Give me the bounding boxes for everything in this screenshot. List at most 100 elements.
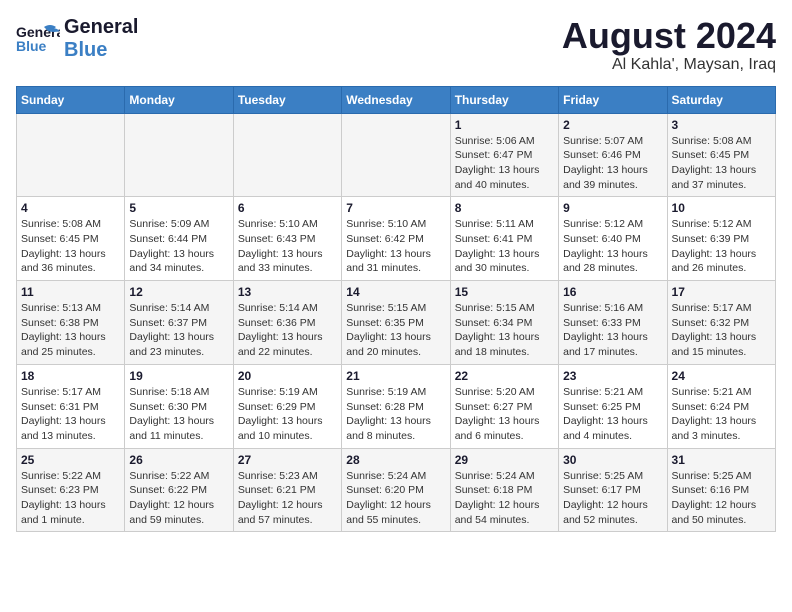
calendar-week-row: 4Sunrise: 5:08 AM Sunset: 6:45 PM Daylig… — [17, 197, 776, 281]
calendar-week-row: 11Sunrise: 5:13 AM Sunset: 6:38 PM Dayli… — [17, 281, 776, 365]
day-info: Sunrise: 5:15 AM Sunset: 6:34 PM Dayligh… — [455, 301, 554, 360]
day-number: 19 — [129, 369, 228, 383]
calendar-week-row: 18 Sunrise: 5:17 AM Sunset: 6:31 PM Dayli… — [17, 364, 776, 448]
day-info: Sunrise: 5:24 AM Sunset: 6:18 PM Dayligh… — [455, 469, 554, 528]
month-title: August 2024 — [562, 16, 776, 56]
calendar-cell: 14Sunrise: 5:15 AM Sunset: 6:35 PM Dayli… — [342, 281, 450, 365]
calendar-cell: 12 Sunrise: 5:14 AM Sunset: 6:37 PM Dayli… — [125, 281, 233, 365]
day-info: Sunrise: 5:25 AM Sunset: 6:17 PM Dayligh… — [563, 469, 662, 528]
day-number: 9 — [563, 201, 662, 215]
calendar-cell: 18 Sunrise: 5:17 AM Sunset: 6:31 PM Dayli… — [17, 364, 125, 448]
day-info: Sunrise: 5:12 AM Sunset: 6:40 PM Dayligh… — [563, 217, 662, 276]
calendar-cell: 21 Sunrise: 5:19 AM Sunset: 6:28 PM Dayli… — [342, 364, 450, 448]
day-info: Sunrise: 5:21 AM Sunset: 6:25 PM Dayligh… — [563, 385, 662, 444]
calendar-cell: 19 Sunrise: 5:18 AM Sunset: 6:30 PM Dayli… — [125, 364, 233, 448]
day-number: 7 — [346, 201, 445, 215]
calendar-cell: 11Sunrise: 5:13 AM Sunset: 6:38 PM Dayli… — [17, 281, 125, 365]
day-number: 26 — [129, 453, 228, 467]
weekday-header-wednesday: Wednesday — [342, 86, 450, 113]
day-info: Sunrise: 5:11 AM Sunset: 6:41 PM Dayligh… — [455, 217, 554, 276]
weekday-header-friday: Friday — [559, 86, 667, 113]
calendar-cell: 8 Sunrise: 5:11 AM Sunset: 6:41 PM Daylig… — [450, 197, 558, 281]
day-number: 13 — [238, 285, 337, 299]
calendar-cell: 30 Sunrise: 5:25 AM Sunset: 6:17 PM Dayli… — [559, 448, 667, 532]
day-number: 24 — [672, 369, 771, 383]
day-info: Sunrise: 5:06 AM Sunset: 6:47 PM Dayligh… — [455, 134, 554, 193]
calendar-cell: 7 Sunrise: 5:10 AM Sunset: 6:42 PM Daylig… — [342, 197, 450, 281]
day-info: Sunrise: 5:09 AM Sunset: 6:44 PM Dayligh… — [129, 217, 228, 276]
day-number: 5 — [129, 201, 228, 215]
day-info: Sunrise: 5:10 AM Sunset: 6:42 PM Dayligh… — [346, 217, 445, 276]
day-number: 8 — [455, 201, 554, 215]
calendar-cell — [233, 113, 341, 197]
calendar-cell: 1 Sunrise: 5:06 AM Sunset: 6:47 PM Daylig… — [450, 113, 558, 197]
calendar-cell: 17Sunrise: 5:17 AM Sunset: 6:32 PM Dayli… — [667, 281, 775, 365]
calendar-cell: 2 Sunrise: 5:07 AM Sunset: 6:46 PM Daylig… — [559, 113, 667, 197]
calendar-cell: 4Sunrise: 5:08 AM Sunset: 6:45 PM Daylig… — [17, 197, 125, 281]
day-info: Sunrise: 5:19 AM Sunset: 6:29 PM Dayligh… — [238, 385, 337, 444]
day-number: 17 — [672, 285, 771, 299]
day-number: 27 — [238, 453, 337, 467]
calendar-cell: 16Sunrise: 5:16 AM Sunset: 6:33 PM Dayli… — [559, 281, 667, 365]
day-info: Sunrise: 5:23 AM Sunset: 6:21 PM Dayligh… — [238, 469, 337, 528]
weekday-header-monday: Monday — [125, 86, 233, 113]
day-number: 6 — [238, 201, 337, 215]
calendar-cell — [17, 113, 125, 197]
location-title: Al Kahla', Maysan, Iraq — [562, 56, 776, 74]
day-info: Sunrise: 5:20 AM Sunset: 6:27 PM Dayligh… — [455, 385, 554, 444]
day-info: Sunrise: 5:24 AM Sunset: 6:20 PM Dayligh… — [346, 469, 445, 528]
day-number: 2 — [563, 118, 662, 132]
day-number: 18 — [21, 369, 120, 383]
calendar-cell: 28Sunrise: 5:24 AM Sunset: 6:20 PM Dayli… — [342, 448, 450, 532]
day-number: 20 — [238, 369, 337, 383]
calendar-cell: 13 Sunrise: 5:14 AM Sunset: 6:36 PM Dayli… — [233, 281, 341, 365]
day-info: Sunrise: 5:22 AM Sunset: 6:22 PM Dayligh… — [129, 469, 228, 528]
logo-text-area: General Blue — [64, 16, 138, 62]
day-number: 21 — [346, 369, 445, 383]
day-info: Sunrise: 5:07 AM Sunset: 6:46 PM Dayligh… — [563, 134, 662, 193]
weekday-header-saturday: Saturday — [667, 86, 775, 113]
day-info: Sunrise: 5:08 AM Sunset: 6:45 PM Dayligh… — [672, 134, 771, 193]
day-info: Sunrise: 5:10 AM Sunset: 6:43 PM Dayligh… — [238, 217, 337, 276]
day-info: Sunrise: 5:17 AM Sunset: 6:31 PM Dayligh… — [21, 385, 120, 444]
day-info: Sunrise: 5:21 AM Sunset: 6:24 PM Dayligh… — [672, 385, 771, 444]
logo: General Blue General Blue — [16, 16, 138, 62]
weekday-header-row: SundayMondayTuesdayWednesdayThursdayFrid… — [17, 86, 776, 113]
day-number: 25 — [21, 453, 120, 467]
calendar-cell: 6 Sunrise: 5:10 AM Sunset: 6:43 PM Daylig… — [233, 197, 341, 281]
weekday-header-tuesday: Tuesday — [233, 86, 341, 113]
calendar-week-row: 25 Sunrise: 5:22 AM Sunset: 6:23 PM Dayli… — [17, 448, 776, 532]
day-number: 22 — [455, 369, 554, 383]
calendar-week-row: 1 Sunrise: 5:06 AM Sunset: 6:47 PM Daylig… — [17, 113, 776, 197]
calendar-cell: 23Sunrise: 5:21 AM Sunset: 6:25 PM Dayli… — [559, 364, 667, 448]
day-number: 30 — [563, 453, 662, 467]
calendar-cell: 3Sunrise: 5:08 AM Sunset: 6:45 PM Daylig… — [667, 113, 775, 197]
calendar-cell — [125, 113, 233, 197]
day-number: 12 — [129, 285, 228, 299]
day-number: 31 — [672, 453, 771, 467]
day-info: Sunrise: 5:15 AM Sunset: 6:35 PM Dayligh… — [346, 301, 445, 360]
calendar-cell: 15Sunrise: 5:15 AM Sunset: 6:34 PM Dayli… — [450, 281, 558, 365]
day-info: Sunrise: 5:22 AM Sunset: 6:23 PM Dayligh… — [21, 469, 120, 528]
day-number: 29 — [455, 453, 554, 467]
calendar-cell: 29 Sunrise: 5:24 AM Sunset: 6:18 PM Dayli… — [450, 448, 558, 532]
day-number: 16 — [563, 285, 662, 299]
day-number: 10 — [672, 201, 771, 215]
day-info: Sunrise: 5:25 AM Sunset: 6:16 PM Dayligh… — [672, 469, 771, 528]
logo-blue: Blue — [64, 39, 138, 62]
day-number: 1 — [455, 118, 554, 132]
calendar-cell — [342, 113, 450, 197]
calendar-cell: 25 Sunrise: 5:22 AM Sunset: 6:23 PM Dayli… — [17, 448, 125, 532]
calendar-cell: 27 Sunrise: 5:23 AM Sunset: 6:21 PM Dayli… — [233, 448, 341, 532]
page-header: General Blue General Blue August 2024 Al… — [16, 16, 776, 74]
day-info: Sunrise: 5:14 AM Sunset: 6:37 PM Dayligh… — [129, 301, 228, 360]
calendar-cell: 22 Sunrise: 5:20 AM Sunset: 6:27 PM Dayli… — [450, 364, 558, 448]
weekday-header-sunday: Sunday — [17, 86, 125, 113]
calendar-cell: 9 Sunrise: 5:12 AM Sunset: 6:40 PM Daylig… — [559, 197, 667, 281]
logo-general: General — [64, 16, 138, 39]
logo-icon: General Blue — [16, 21, 60, 57]
day-info: Sunrise: 5:14 AM Sunset: 6:36 PM Dayligh… — [238, 301, 337, 360]
calendar-cell: 20 Sunrise: 5:19 AM Sunset: 6:29 PM Dayli… — [233, 364, 341, 448]
day-info: Sunrise: 5:19 AM Sunset: 6:28 PM Dayligh… — [346, 385, 445, 444]
day-info: Sunrise: 5:18 AM Sunset: 6:30 PM Dayligh… — [129, 385, 228, 444]
